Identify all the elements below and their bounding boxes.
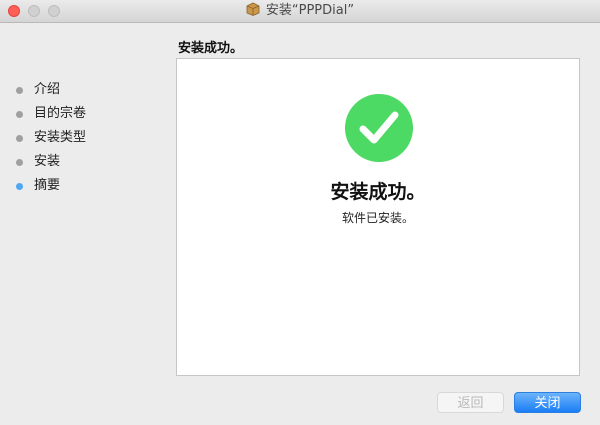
- window-title-area: 安装“PPPDial”: [0, 0, 600, 22]
- step-destination: 目的宗卷: [0, 102, 160, 126]
- step-install: 安装: [0, 150, 160, 174]
- success-checkmark-icon: [344, 93, 414, 163]
- success-title: 安装成功。: [330, 181, 426, 203]
- step-installation-type: 安装类型: [0, 126, 160, 150]
- step-label: 摘要: [34, 178, 61, 193]
- success-subtitle: 软件已安装。: [341, 211, 414, 225]
- step-label: 目的宗卷: [34, 106, 87, 121]
- step-introduction: 介绍: [0, 78, 160, 102]
- step-bullet: [16, 159, 23, 166]
- step-label: 安装: [34, 154, 61, 169]
- installer-window: 安装“PPPDial” 介绍 目的宗卷 安装类型 安装 摘要 安装成功。 安装成…: [0, 0, 600, 425]
- package-icon: [246, 2, 260, 24]
- step-label: 安装类型: [34, 130, 87, 145]
- step-bullet: [16, 111, 23, 118]
- step-bullet: [16, 87, 23, 94]
- page-header: 安装成功。: [178, 41, 244, 56]
- step-label: 介绍: [34, 82, 61, 97]
- window-title: 安装“PPPDial”: [265, 3, 355, 18]
- step-bullet-active: [16, 183, 23, 190]
- back-button[interactable]: 返回: [437, 392, 504, 413]
- close-button[interactable]: 关闭: [514, 392, 581, 413]
- step-summary: 摘要: [0, 174, 160, 198]
- content-panel: 安装成功。 软件已安装。: [176, 58, 580, 376]
- installer-steps: 介绍 目的宗卷 安装类型 安装 摘要: [0, 78, 160, 198]
- title-bar: 安装“PPPDial”: [0, 0, 600, 23]
- step-bullet: [16, 135, 23, 142]
